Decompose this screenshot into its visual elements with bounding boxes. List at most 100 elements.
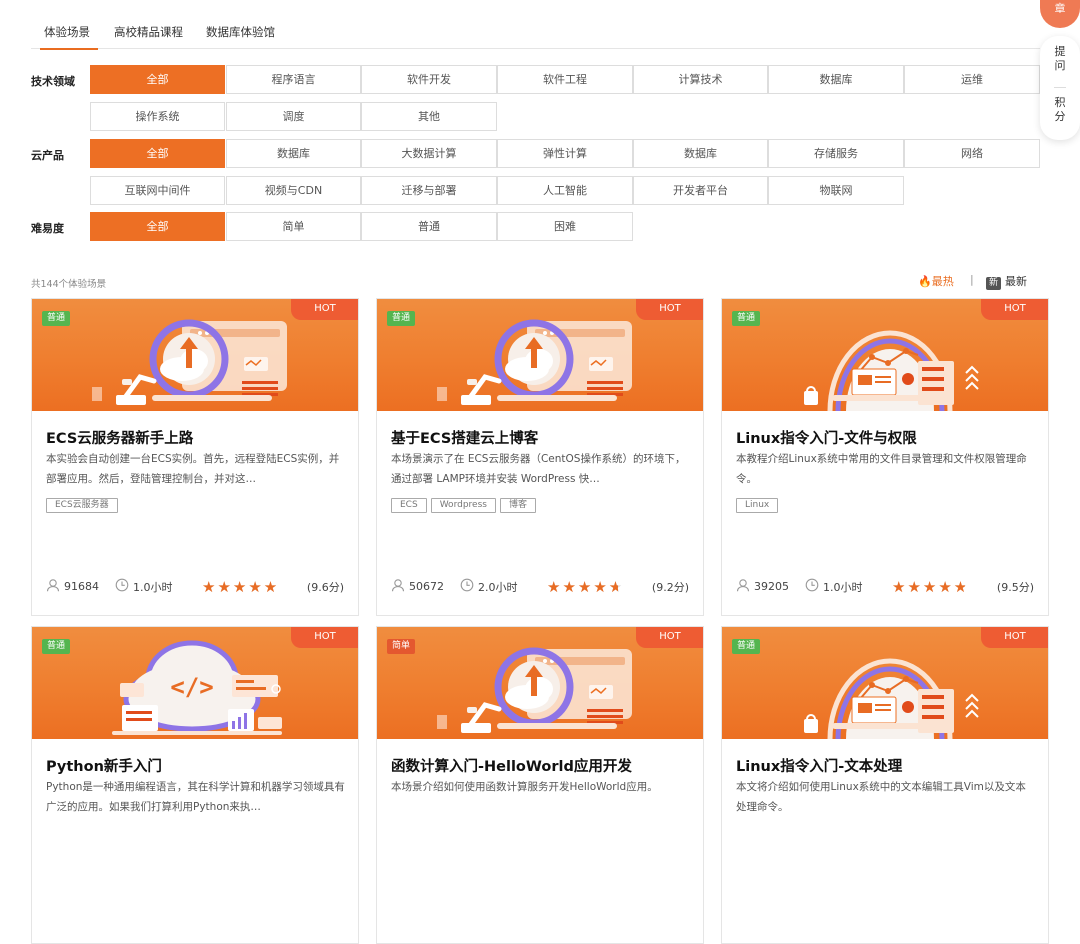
rating-stars: ★★★★★ ★★★★★ [892, 578, 969, 596]
card-title[interactable]: Linux指令入门-文件与权限 [736, 427, 917, 448]
sort-hot-button[interactable]: 🔥最热 [918, 273, 954, 289]
card-description: Python是一种通用编程语言，其在科学计算和机器学习领域具有广泛的应用。如果我… [46, 781, 345, 813]
filter-product-option[interactable]: 大数据计算 [361, 139, 497, 168]
hot-badge: HOT [636, 299, 703, 320]
card-title[interactable]: Python新手入门 [46, 755, 162, 776]
filter-product-option[interactable]: 网络 [904, 139, 1040, 168]
card-tags: Linux [736, 498, 779, 513]
hot-badge: HOT [981, 299, 1048, 320]
card-tag[interactable]: 博客 [499, 498, 536, 513]
clock-icon [460, 578, 474, 595]
card-tag[interactable]: Linux [736, 498, 779, 513]
card-description: 本文将介绍如何使用Linux系统中的文本编辑工具Vim以及文本处理命令。 [736, 781, 1026, 813]
card-description: 本场景演示了在 ECS云服务器（CentOS操作系统）的环境下，通过部署 LAM… [391, 453, 686, 485]
filter-field-option[interactable]: 运维 [904, 65, 1040, 94]
card-users: 39205 [736, 578, 789, 595]
stars-fill: ★★★★★ [892, 578, 966, 596]
difficulty-badge: 普通 [732, 639, 761, 654]
card-score: (9.5分) [996, 581, 1034, 594]
user-icon [391, 578, 405, 595]
filter-product-option[interactable]: 数据库 [633, 139, 768, 168]
sort-new-button[interactable]: 新最新 [986, 273, 1027, 290]
card-user-count: 39205 [754, 580, 789, 593]
filter-field-option[interactable]: 软件开发 [361, 65, 497, 94]
filter-product-option[interactable]: 视频与CDN [226, 176, 361, 205]
filter-field-option[interactable]: 操作系统 [90, 102, 225, 131]
difficulty-badge: 普通 [42, 639, 71, 654]
points-button[interactable]: 积分 [1040, 96, 1080, 124]
card-title[interactable]: 基于ECS搭建云上博客 [391, 427, 538, 448]
card-users: 91684 [46, 578, 99, 595]
filter-field-option[interactable]: 数据库 [768, 65, 904, 94]
clock-icon [805, 578, 819, 595]
hot-badge: HOT [291, 299, 358, 320]
scenario-card[interactable]: HOT 普通 ECS云服务器新手上路 本实验会自动创建一台ECS实例。首先，远程… [31, 298, 359, 616]
card-user-count: 91684 [64, 580, 99, 593]
filter-field-option[interactable]: 其他 [361, 102, 497, 131]
card-title[interactable]: 函数计算入门-HelloWorld应用开发 [391, 755, 632, 776]
card-score: (9.2分) [651, 581, 689, 594]
user-icon [46, 578, 60, 595]
tab-university-courses[interactable]: 高校精品课程 [114, 18, 183, 49]
card-title[interactable]: ECS云服务器新手上路 [46, 427, 193, 448]
filter-field-option[interactable]: 调度 [226, 102, 361, 131]
card-time: 1.0小时 [115, 578, 173, 595]
filter-field-option[interactable]: 全部 [90, 65, 225, 94]
scenario-card[interactable]: </> HOT 普通 Python新手入门 Python是一种通用编程语言，其在… [31, 626, 359, 944]
filter-difficulty-option[interactable]: 普通 [361, 212, 497, 241]
filter-product-option[interactable]: 开发者平台 [633, 176, 768, 205]
rating-stars: ★★★★★ ★★★★★ [202, 578, 279, 596]
result-count: 共144个体验场景 [31, 279, 107, 290]
card-description: 本教程介绍Linux系统中常用的文件目录管理和文件权限管理命令。 [736, 453, 1027, 485]
filter-field-option[interactable]: 软件工程 [497, 65, 633, 94]
filter-product-option[interactable]: 数据库 [226, 139, 361, 168]
card-duration: 2.0小时 [478, 580, 518, 594]
filter-product-option[interactable]: 弹性计算 [497, 139, 633, 168]
filter-field-option[interactable]: 计算技术 [633, 65, 768, 94]
card-time: 2.0小时 [460, 578, 518, 595]
card-title[interactable]: Linux指令入门-文本处理 [736, 755, 902, 776]
card-score: (9.6分) [306, 581, 344, 594]
hot-badge: HOT [291, 627, 358, 648]
filter-difficulty-option[interactable]: 简单 [226, 212, 361, 241]
card-meta: 39205 1.0小时 ★★★★★ ★★★★★ (9.5分) [736, 578, 1036, 598]
filter-product-option[interactable]: 迁移与部署 [361, 176, 497, 205]
scenario-card[interactable]: HOT 普通 Linux指令入门-文本处理 本文将介绍如何使用Linux系统中的… [721, 626, 1049, 944]
filter-label-difficulty: 难易度 [31, 222, 64, 235]
scenario-card[interactable]: HOT 普通 Linux指令入门-文件与权限 本教程介绍Linux系统中常用的文… [721, 298, 1049, 616]
clock-icon [115, 578, 129, 595]
sort-new-label: 最新 [1005, 275, 1028, 288]
filter-product-option[interactable]: 人工智能 [497, 176, 633, 205]
card-tag[interactable]: ECS云服务器 [46, 498, 118, 513]
hot-badge: HOT [981, 627, 1048, 648]
scenario-card[interactable]: HOT 普通 基于ECS搭建云上博客 本场景演示了在 ECS云服务器（CentO… [376, 298, 704, 616]
new-badge-icon: 新 [986, 277, 1002, 290]
filter-product-option[interactable]: 全部 [90, 139, 225, 168]
side-action-panel: 提问 积分 [1040, 36, 1080, 140]
filter-product-option[interactable]: 互联网中间件 [90, 176, 225, 205]
card-user-count: 50672 [409, 580, 444, 593]
side-top-button[interactable]: 章 [1040, 0, 1080, 28]
tab-database-hall[interactable]: 数据库体验馆 [206, 18, 275, 49]
filter-product-option[interactable]: 存储服务 [768, 139, 904, 168]
ask-button[interactable]: 提问 [1040, 45, 1080, 73]
scenario-card[interactable]: HOT 简单 函数计算入门-HelloWorld应用开发 本场景介绍如何使用函数… [376, 626, 704, 944]
filter-difficulty-option[interactable]: 困难 [497, 212, 633, 241]
svg-text:</>: </> [170, 673, 213, 701]
difficulty-badge: 普通 [42, 311, 71, 326]
stars-fill: ★★★★★ [547, 578, 619, 596]
filter-product-option[interactable]: 物联网 [768, 176, 904, 205]
difficulty-badge: 简单 [387, 639, 416, 654]
difficulty-badge: 普通 [387, 311, 416, 326]
card-tag[interactable]: ECS [391, 498, 427, 513]
card-tags: ECS云服务器 [46, 498, 118, 513]
card-meta: 50672 2.0小时 ★★★★★ ★★★★★ (9.2分) [391, 578, 691, 598]
filter-difficulty-option[interactable]: 全部 [90, 212, 225, 241]
card-users: 50672 [391, 578, 444, 595]
tab-bar: 体验场景 高校精品课程 数据库体验馆 [31, 18, 1040, 50]
card-tag[interactable]: Wordpress [430, 498, 496, 513]
card-description: 本实验会自动创建一台ECS实例。首先，远程登陆ECS实例，并部署应用。然后，登陆… [46, 453, 340, 485]
card-duration: 1.0小时 [823, 580, 863, 594]
tab-scenarios[interactable]: 体验场景 [40, 18, 98, 50]
filter-field-option[interactable]: 程序语言 [226, 65, 361, 94]
